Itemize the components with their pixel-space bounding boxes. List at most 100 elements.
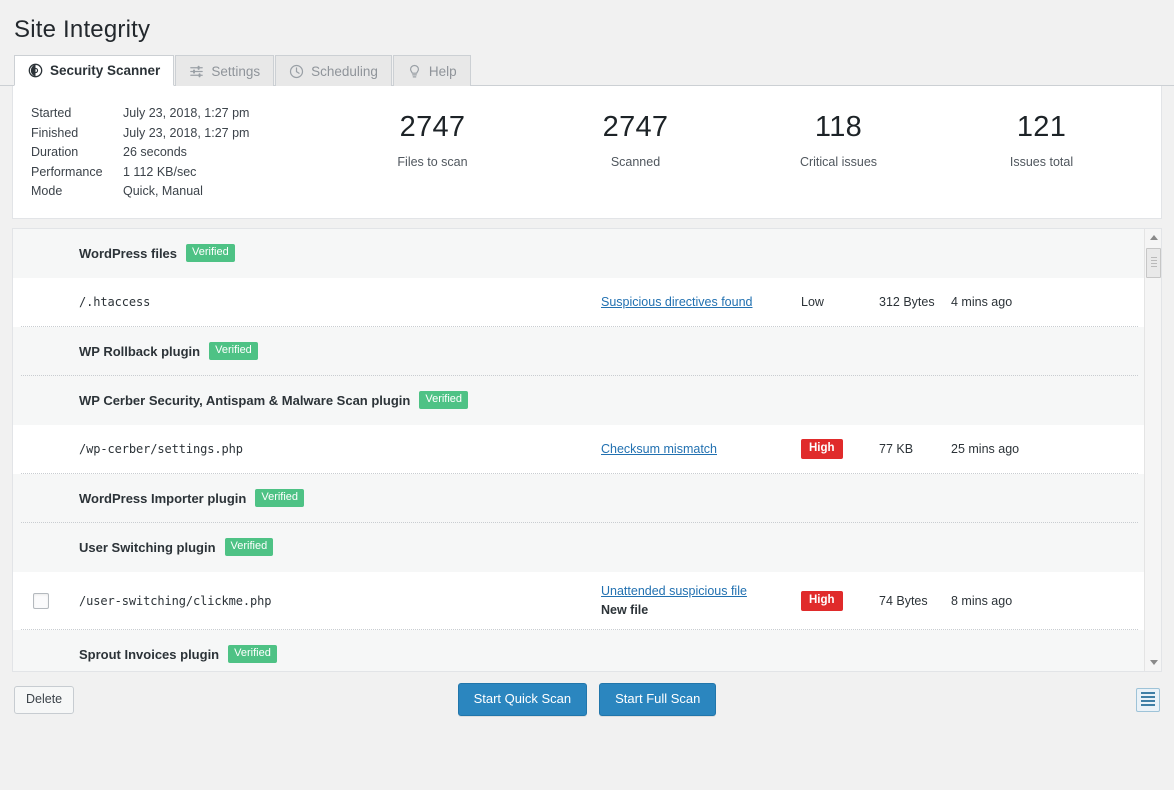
site-integrity-page: Site Integrity Security Scanner Settings… xyxy=(0,0,1174,790)
group-label: Sprout Invoices plugin xyxy=(79,646,220,662)
scan-meta-list: Started July 23, 2018, 1:27 pm Finished … xyxy=(31,104,331,202)
scrollbar-thumb[interactable] xyxy=(1146,247,1161,278)
row-checkbox[interactable] xyxy=(33,592,49,609)
status-badge: Verified xyxy=(255,489,305,507)
group-name-cell: WordPress Importer plugin Verified xyxy=(13,489,545,507)
shield-clock-icon xyxy=(28,63,43,78)
scan-actions: Start Quick Scan Start Full Scan xyxy=(12,683,1162,716)
group-label: WordPress files xyxy=(79,245,178,261)
issue-cell: Unattended suspicious file New file xyxy=(601,583,801,619)
timestamp-cell: 25 mins ago xyxy=(951,442,1020,456)
scan-meta-row: Mode Quick, Manual xyxy=(31,182,331,202)
scan-stats: 2747 Files to scan 2747 Scanned 118 Crit… xyxy=(331,104,1143,169)
tab-scheduling[interactable]: Scheduling xyxy=(275,55,392,86)
status-badge: Verified xyxy=(209,342,258,360)
file-path: /.htaccess xyxy=(79,295,151,309)
stat-scanned: 2747 Scanned xyxy=(534,110,737,169)
stat-value: 2747 xyxy=(399,111,466,143)
file-path: /user-switching/clickme.php xyxy=(79,593,272,608)
tab-label: Settings xyxy=(211,63,261,79)
page-title: Site Integrity xyxy=(14,16,151,43)
lightbulb-icon xyxy=(407,64,422,79)
tab-security-scanner[interactable]: Security Scanner xyxy=(14,55,175,86)
tab-help[interactable]: Help xyxy=(392,55,471,86)
table-row[interactable]: /user-switching/clickme.php Unattended s… xyxy=(13,571,1144,630)
group-name-cell: Sprout Invoices plugin Verified xyxy=(13,645,545,663)
meta-key: Started xyxy=(31,106,72,120)
scan-meta-row: Performance 1 112 KB/sec xyxy=(31,163,331,183)
file-size-cell: 74 Bytes xyxy=(879,593,928,608)
table-row[interactable]: /.htaccess Suspicious directives found L… xyxy=(13,277,1144,327)
results-scrollbar[interactable] xyxy=(1144,228,1162,671)
tab-label: Security Scanner xyxy=(50,63,161,78)
chevron-up-icon xyxy=(1149,234,1158,240)
delete-button[interactable]: Delete xyxy=(14,685,75,714)
clock-icon xyxy=(289,64,304,79)
status-badge: Verified xyxy=(228,645,277,663)
table-row[interactable]: Sprout Invoices plugin Verified xyxy=(13,629,1144,671)
stat-label: Issues total xyxy=(1009,155,1074,169)
group-label: WP Rollback plugin xyxy=(79,343,201,359)
table-row[interactable]: WordPress files Verified xyxy=(13,228,1144,278)
issue-cell: Checksum mismatch xyxy=(601,441,801,458)
row-checkbox-cell xyxy=(13,592,69,609)
table-row[interactable]: /wp-cerber/settings.php Checksum mismatc… xyxy=(13,424,1144,474)
table-row[interactable]: WP Cerber Security, Antispam & Malware S… xyxy=(13,375,1144,425)
status-badge: Verified xyxy=(224,538,274,556)
scan-meta-row: Started July 23, 2018, 1:27 pm xyxy=(31,104,331,124)
file-size-cell: 77 KB xyxy=(879,442,914,456)
stat-issues-total: 121 Issues total xyxy=(940,110,1143,169)
severity-cell: High xyxy=(801,439,879,459)
file-name-cell: /user-switching/clickme.php xyxy=(69,594,601,608)
scan-results-panel: WordPress files Verified /.htaccess Susp… xyxy=(12,227,1162,672)
tab-settings[interactable]: Settings xyxy=(175,55,275,86)
group-name-cell: WordPress files Verified xyxy=(13,244,545,262)
meta-key: Performance xyxy=(31,164,103,179)
meta-value: July 23, 2018, 1:27 pm xyxy=(123,106,250,120)
scan-summary-card: Started July 23, 2018, 1:27 pm Finished … xyxy=(12,86,1162,219)
table-row[interactable]: WP Rollback plugin Verified xyxy=(13,326,1144,376)
group-name-cell: WP Rollback plugin Verified xyxy=(13,342,545,360)
table-row[interactable]: WordPress Importer plugin Verified xyxy=(13,473,1144,523)
group-label: WordPress Importer plugin xyxy=(79,490,247,506)
group-name-cell: WP Cerber Security, Antispam & Malware S… xyxy=(13,391,545,409)
issue-link[interactable]: Suspicious directives found xyxy=(601,295,752,309)
stat-label: Critical issues xyxy=(799,155,878,169)
tab-label: Help xyxy=(428,63,457,79)
meta-key: Duration xyxy=(31,145,79,159)
list-view-icon[interactable] xyxy=(1136,687,1160,712)
scroll-down-button[interactable] xyxy=(1145,654,1162,671)
file-path: /wp-cerber/settings.php xyxy=(79,442,243,456)
start-quick-scan-button[interactable]: Start Quick Scan xyxy=(457,683,588,716)
stat-value: 121 xyxy=(1016,111,1067,143)
meta-key: Mode xyxy=(31,184,63,198)
scan-meta-row: Duration 26 seconds xyxy=(31,143,331,163)
timestamp-cell: 8 mins ago xyxy=(951,593,1013,608)
severity-cell: High xyxy=(801,590,879,611)
list-bars xyxy=(1141,691,1155,708)
severity-badge: High xyxy=(801,439,843,459)
timestamp-cell: 4 mins ago xyxy=(951,295,1013,309)
severity-cell: Low xyxy=(801,295,824,309)
issue-link[interactable]: Checksum mismatch xyxy=(601,442,717,456)
status-badge: Verified xyxy=(419,391,469,409)
table-row[interactable]: User Switching plugin Verified xyxy=(13,522,1144,572)
issue-subtext: New file xyxy=(601,602,649,617)
stat-label: Scanned xyxy=(610,155,661,169)
group-label: WP Cerber Security, Antispam & Malware S… xyxy=(79,392,411,408)
start-full-scan-button[interactable]: Start Full Scan xyxy=(599,683,717,716)
scroll-up-button[interactable] xyxy=(1145,229,1162,246)
meta-key: Finished xyxy=(31,125,79,140)
issue-link[interactable]: Unattended suspicious file xyxy=(601,584,747,598)
group-label: User Switching plugin xyxy=(79,539,216,555)
stat-value: 118 xyxy=(814,111,863,143)
sliders-icon xyxy=(189,64,204,79)
meta-value: 1 112 KB/sec xyxy=(123,164,197,179)
stat-files-to-scan: 2747 Files to scan xyxy=(331,110,534,169)
stat-value: 2747 xyxy=(602,111,669,143)
stat-label: Files to scan xyxy=(397,155,468,169)
file-name-cell: /wp-cerber/settings.php xyxy=(69,442,601,456)
group-name-cell: User Switching plugin Verified xyxy=(13,538,545,556)
issue-cell: Suspicious directives found xyxy=(601,294,801,311)
severity-badge: High xyxy=(801,590,843,611)
